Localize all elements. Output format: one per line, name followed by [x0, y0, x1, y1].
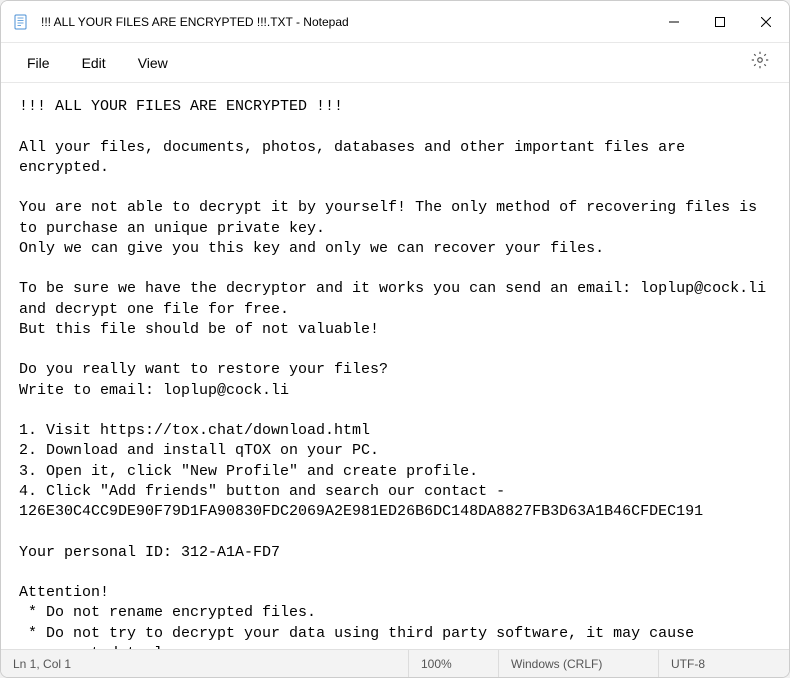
titlebar[interactable]: !!! ALL YOUR FILES ARE ENCRYPTED !!!.TXT…: [1, 1, 789, 43]
status-lineending: Windows (CRLF): [499, 650, 659, 677]
status-encoding: UTF-8: [659, 650, 789, 677]
minimize-button[interactable]: [651, 1, 697, 42]
editor-content[interactable]: !!! ALL YOUR FILES ARE ENCRYPTED !!! All…: [1, 83, 789, 649]
status-position: Ln 1, Col 1: [1, 650, 409, 677]
gear-icon: [751, 51, 769, 74]
close-button[interactable]: [743, 1, 789, 42]
status-zoom: 100%: [409, 650, 499, 677]
window-title: !!! ALL YOUR FILES ARE ENCRYPTED !!!.TXT…: [41, 15, 651, 29]
statusbar: Ln 1, Col 1 100% Windows (CRLF) UTF-8: [1, 649, 789, 677]
menu-view[interactable]: View: [124, 49, 182, 77]
menu-file[interactable]: File: [13, 49, 64, 77]
menu-edit[interactable]: Edit: [68, 49, 120, 77]
menubar: File Edit View: [1, 43, 789, 83]
window-controls: [651, 1, 789, 42]
maximize-button[interactable]: [697, 1, 743, 42]
notepad-window: !!! ALL YOUR FILES ARE ENCRYPTED !!!.TXT…: [0, 0, 790, 678]
settings-button[interactable]: [743, 46, 777, 80]
notepad-icon: [13, 14, 29, 30]
